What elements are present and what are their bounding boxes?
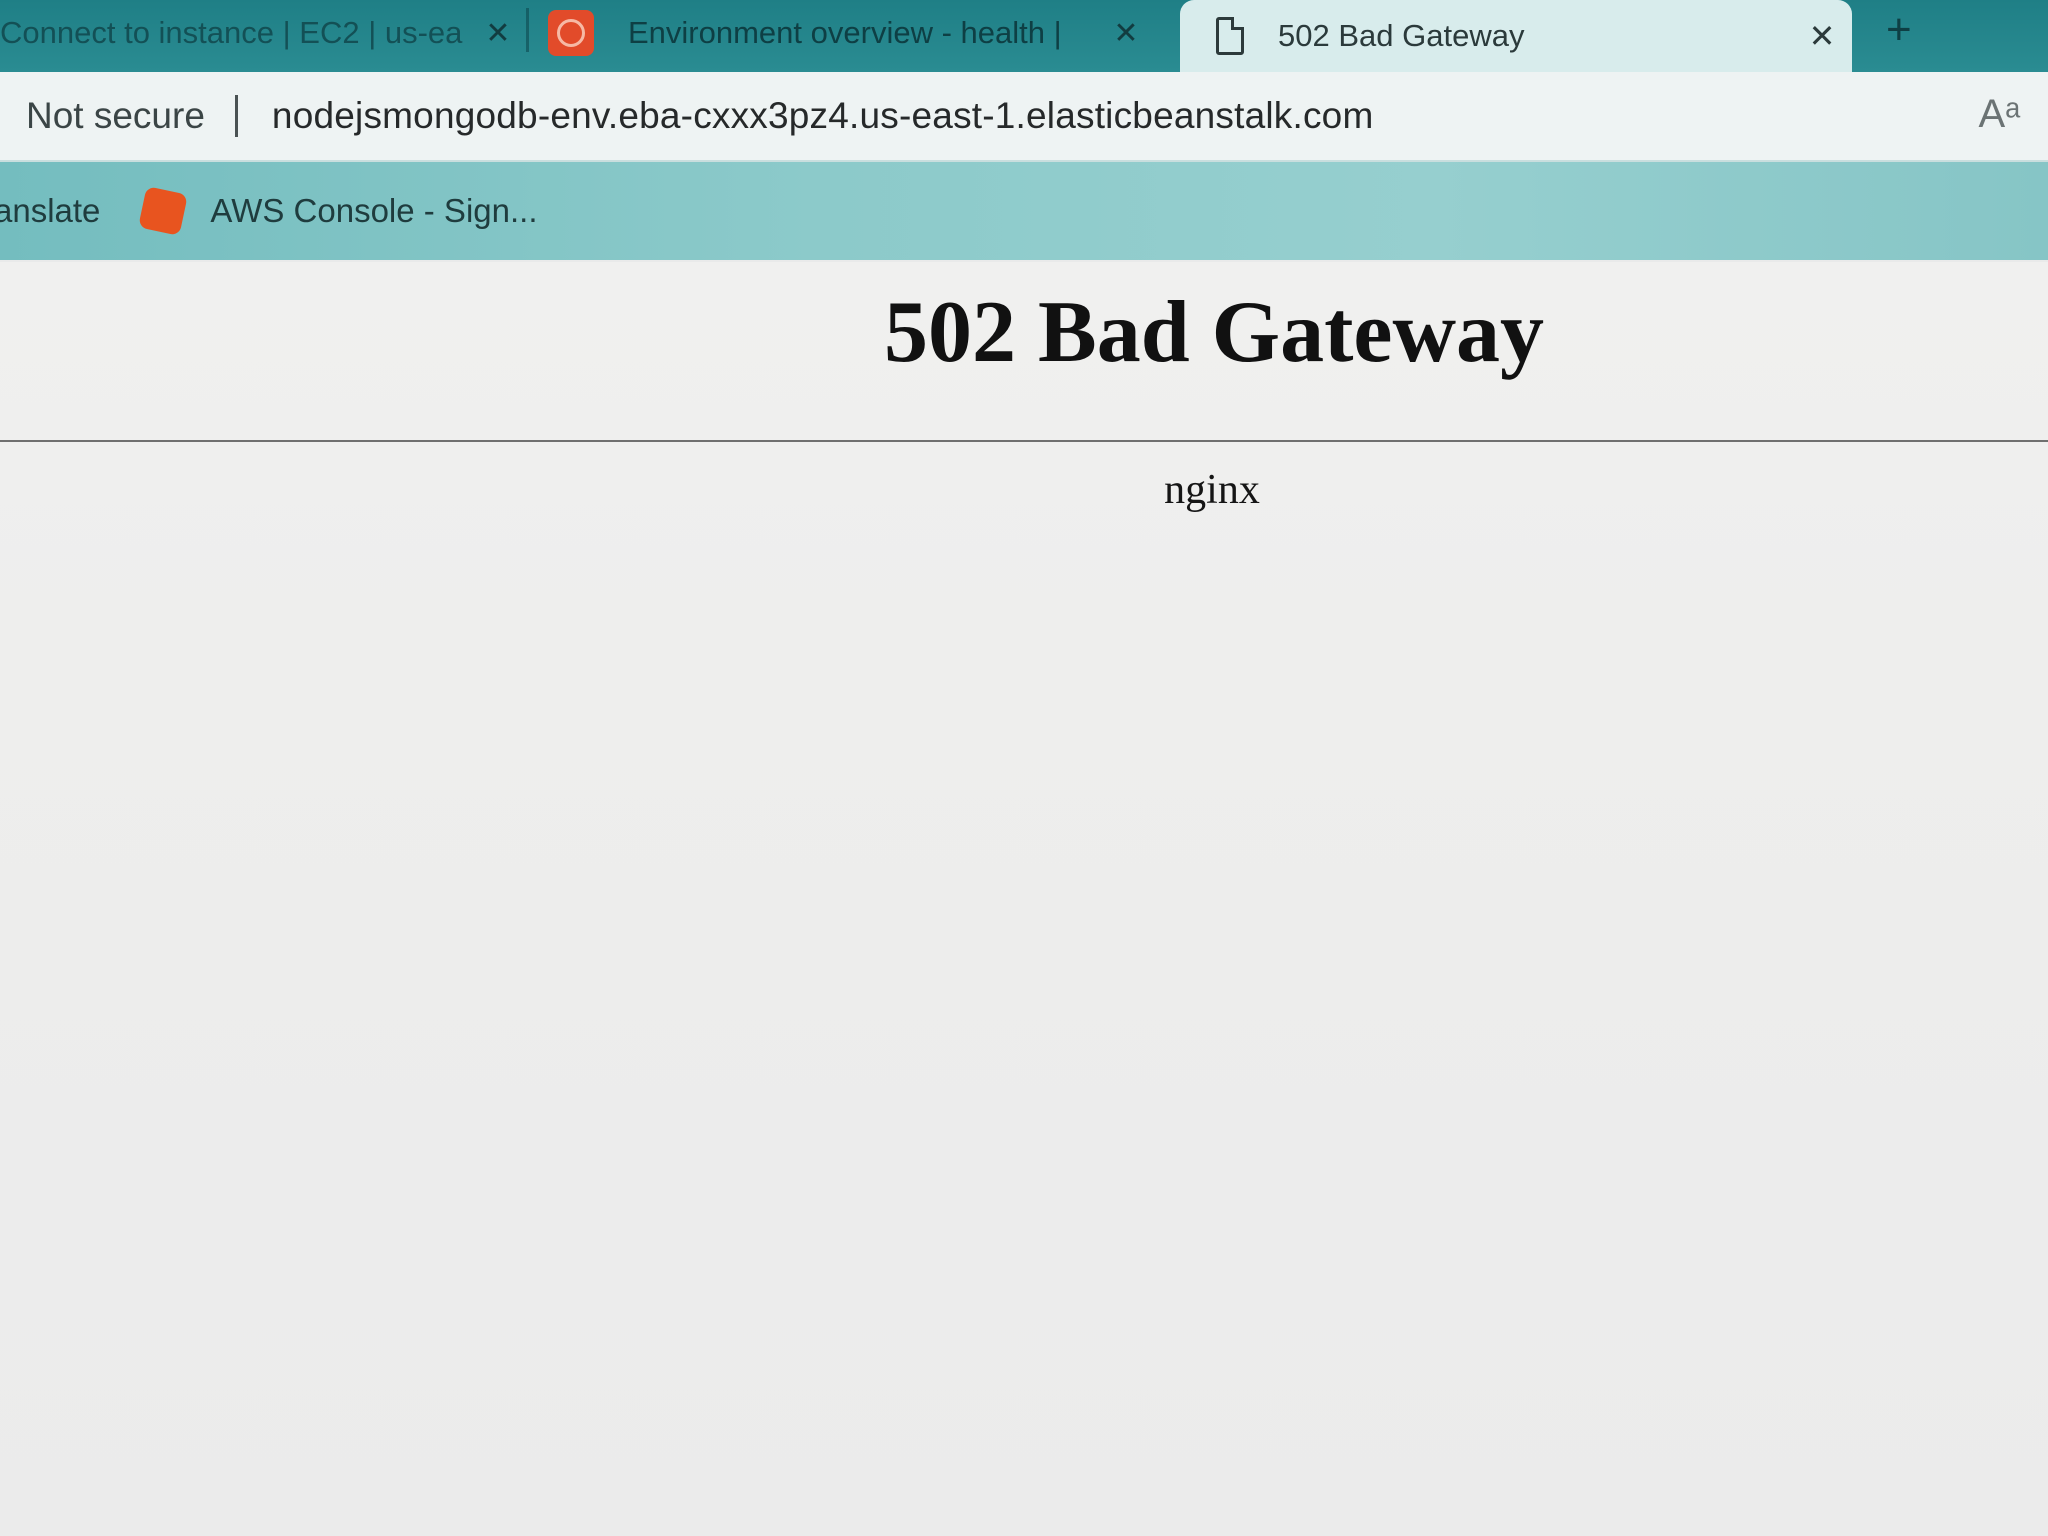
favorite-label: anslate	[0, 192, 101, 229]
close-icon[interactable]: ✕	[476, 16, 520, 51]
page-content: 502 Bad Gateway nginx	[0, 262, 2048, 1536]
elastic-beanstalk-icon	[548, 10, 594, 56]
error-heading: 502 Bad Gateway	[884, 284, 1544, 381]
url-text[interactable]: nodejsmongodb-env.eba-cxxx3pz4.us-east-1…	[272, 95, 1374, 137]
favorites-bar: anslate AWS Console - Sign...	[0, 162, 2048, 260]
read-aloud-icon[interactable]: Aᵃ	[1978, 92, 2020, 137]
address-bar[interactable]: Not secure nodejsmongodb-env.eba-cxxx3pz…	[0, 72, 2048, 162]
favorite-translate[interactable]: anslate	[0, 192, 100, 230]
close-icon[interactable]: ✕	[1104, 16, 1148, 51]
tab-title: Environment overview - health |	[628, 15, 1062, 50]
tab-title: 502 Bad Gateway	[1278, 18, 1525, 53]
server-name: nginx	[1164, 467, 1260, 513]
document-icon	[1216, 17, 1244, 55]
divider	[234, 95, 238, 137]
tab-502-bad-gateway[interactable]: 502 Bad Gateway ✕	[1180, 0, 1852, 72]
security-indicator[interactable]: Not secure	[26, 95, 205, 137]
new-tab-button[interactable]: +	[1852, 0, 2048, 60]
favorite-aws-console[interactable]: AWS Console - Sign...	[138, 186, 538, 236]
tab-strip: Connect to instance | EC2 | us-ea ✕ Envi…	[0, 0, 2048, 72]
tab-connect-to-instance[interactable]: Connect to instance | EC2 | us-ea ✕	[0, 0, 520, 66]
favorite-label: AWS Console - Sign...	[210, 192, 538, 229]
tab-environment-overview[interactable]: Environment overview - health | ✕	[548, 0, 1148, 66]
horizontal-rule	[0, 440, 2048, 442]
close-icon[interactable]: ✕	[1792, 17, 1852, 55]
tab-title: Connect to instance | EC2 | us-ea	[0, 15, 463, 50]
tab-divider	[526, 8, 529, 52]
aws-icon	[138, 186, 189, 236]
